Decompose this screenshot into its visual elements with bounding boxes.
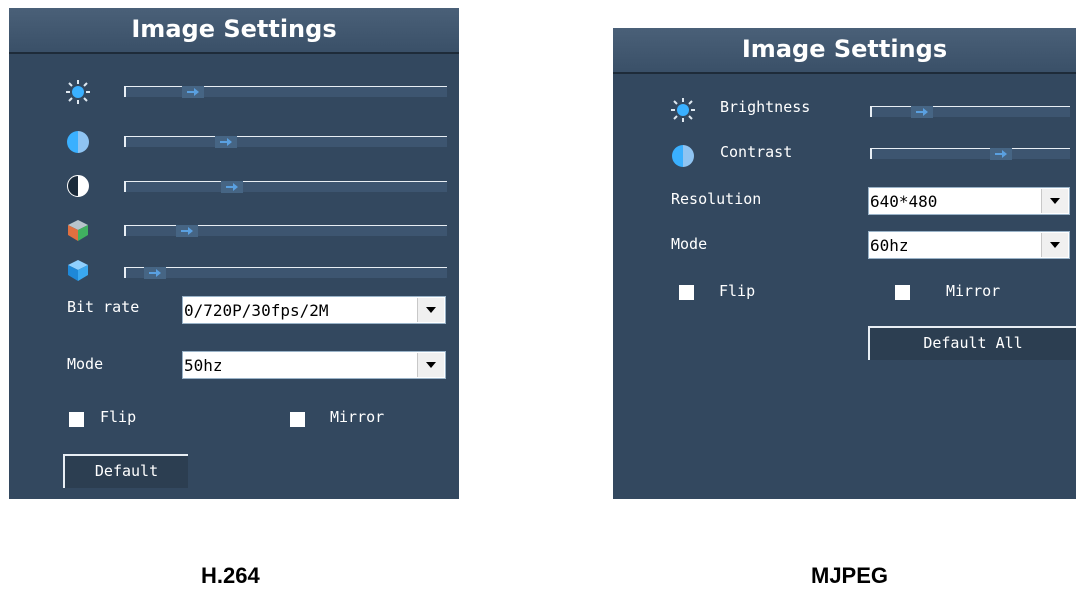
h264-caption: H.264 <box>201 563 260 588</box>
brightness-slider[interactable] <box>870 106 1070 118</box>
h264-image-settings-panel: Image Settings Bit rate 0/720P/30fps/2M … <box>9 8 459 499</box>
resolution-select[interactable]: 640*480 <box>868 187 1070 215</box>
flip-label: Flip <box>100 408 137 426</box>
mode-value: 50hz <box>184 356 223 375</box>
mirror-checkbox[interactable] <box>895 285 910 300</box>
mjpeg-caption: MJPEG <box>811 563 889 588</box>
mode-select[interactable]: 50hz <box>182 351 446 379</box>
mirror-label: Mirror <box>330 408 385 426</box>
slider-thumb[interactable] <box>221 181 243 193</box>
chevron-down-icon[interactable] <box>417 353 444 377</box>
slider-thumb[interactable] <box>990 148 1012 160</box>
mirror-checkbox[interactable] <box>290 412 305 427</box>
mode-label: Mode <box>67 355 104 373</box>
slider-thumb[interactable] <box>176 225 198 237</box>
sun-icon <box>671 98 695 122</box>
bitrate-select[interactable]: 0/720P/30fps/2M <box>182 296 446 324</box>
color-cube-icon <box>66 218 90 242</box>
contrast-label: Contrast <box>720 143 793 161</box>
flip-label: Flip <box>719 282 756 300</box>
sharpness-slider[interactable] <box>124 267 447 279</box>
mode-value: 60hz <box>870 236 909 255</box>
mode-label: Mode <box>671 235 708 253</box>
resolution-label: Resolution <box>671 190 762 208</box>
contrast-slider[interactable] <box>124 181 447 193</box>
mjpeg-image-settings-panel: Image Settings Brightness Contrast Resol… <box>613 28 1076 499</box>
mode-select[interactable]: 60hz <box>868 231 1070 259</box>
flip-checkbox[interactable] <box>69 412 84 427</box>
contrast-slider[interactable] <box>870 148 1070 160</box>
mirror-label: Mirror <box>946 282 1001 300</box>
blue-cube-icon <box>66 258 90 282</box>
sun-icon <box>66 80 90 104</box>
flip-checkbox[interactable] <box>679 285 694 300</box>
default-all-button[interactable]: Default All <box>868 326 1076 360</box>
hue-slider[interactable] <box>124 136 447 148</box>
chevron-down-icon[interactable] <box>1041 189 1068 213</box>
bitrate-label: Bit rate <box>67 298 140 316</box>
saturation-slider[interactable] <box>124 225 447 237</box>
chevron-down-icon[interactable] <box>417 298 444 322</box>
bitrate-value: 0/720P/30fps/2M <box>184 301 329 320</box>
slider-thumb[interactable] <box>182 86 204 98</box>
half-circle-icon <box>66 130 90 154</box>
h264-panel-title: Image Settings <box>9 8 459 54</box>
contrast-circle-icon <box>66 174 90 198</box>
brightness-slider[interactable] <box>124 86 447 98</box>
half-circle-icon <box>671 144 695 168</box>
chevron-down-icon[interactable] <box>1041 233 1068 257</box>
brightness-label: Brightness <box>720 98 811 116</box>
slider-thumb[interactable] <box>144 267 166 279</box>
default-button[interactable]: Default <box>63 454 188 488</box>
slider-thumb[interactable] <box>215 136 237 148</box>
slider-thumb[interactable] <box>911 106 933 118</box>
resolution-value: 640*480 <box>870 192 938 211</box>
mjpeg-panel-title: Image Settings <box>613 28 1076 74</box>
